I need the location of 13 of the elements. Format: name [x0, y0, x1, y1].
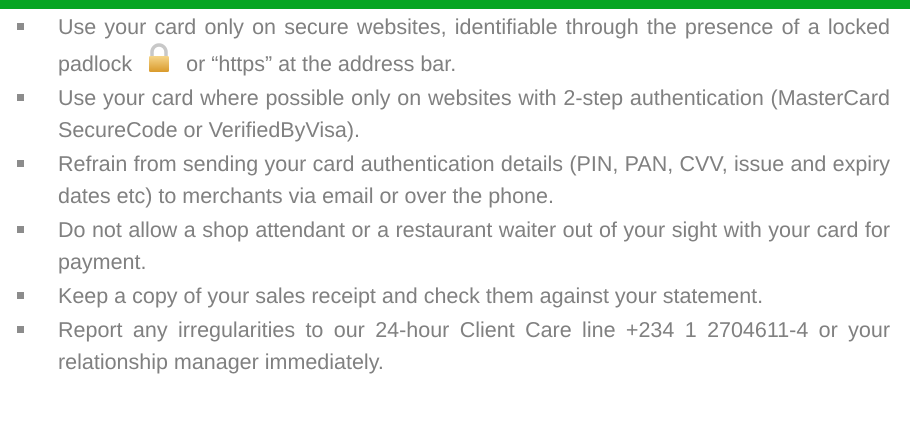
tip-text: Report any irregularities to our 24-hour Client Care line +234 1 2704611-4 or your relationship manager immediately.	[58, 317, 890, 376]
bullet-icon	[17, 160, 24, 167]
padlock-icon	[148, 43, 170, 73]
tip-text: Keep a copy of your sales receipt and check them against your statement.	[58, 283, 764, 310]
tip-text: Do not allow a shop attendant or a restaurant waiter out of your sight with your card for payment.	[58, 217, 890, 276]
bullet-icon	[17, 226, 24, 233]
tip-text: Refrain from sending your card authentication details (PIN, PAN, CVV, issue and expiry dates etc) to merchants via email or over the phone.	[58, 151, 890, 210]
tip-text: Use your card only on secure websites, identifiable through the presence of a locked padlock or “https” at the address bar.	[58, 14, 890, 78]
bullet-icon	[17, 292, 24, 299]
bullet-icon	[17, 326, 24, 333]
tip-text: Use your card where possible only on websites with 2-step authentication (MasterCard SecureCode or VerifiedByVisa).	[58, 85, 890, 144]
bullet-icon	[17, 94, 24, 101]
bullet-icon	[17, 23, 24, 30]
